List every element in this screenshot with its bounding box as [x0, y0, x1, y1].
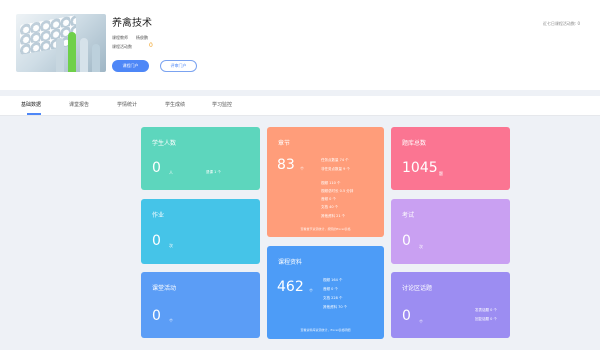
discussion-card[interactable]: 讨论区话题 0 个 发表话题 0 个 回复话题 0 个: [391, 272, 510, 338]
activity-count-value: 0: [149, 42, 153, 49]
chapter-export-link[interactable]: 查看章节资源统计，按照的Excel表格: [267, 227, 384, 231]
chapters-unit: 个: [300, 166, 304, 171]
course-cover-image[interactable]: [16, 14, 106, 72]
teacher-label: 课程教师: [112, 35, 128, 40]
tab-learning-monitor[interactable]: 学习监控: [212, 101, 232, 108]
materials-unit: 个: [309, 288, 313, 293]
chapter-audio-count: 音频 0 个: [321, 197, 336, 201]
students-card[interactable]: 学生人数 0 人 退课 1 个: [141, 127, 260, 190]
exam-count: 0: [402, 233, 411, 249]
chapter-other-count: 其他资料 21 个: [321, 214, 346, 218]
discussion-unit: 个: [419, 319, 423, 324]
active-tab-indicator: [27, 113, 41, 115]
task-point-count: 任务点数量 74 个: [321, 158, 349, 162]
card-title: 考试: [402, 212, 415, 219]
tab-learning-stats[interactable]: 学情统计: [117, 101, 137, 108]
homework-unit: 次: [169, 243, 173, 248]
course-title: 养禽技术: [112, 18, 152, 29]
chapter-video-count: 视频 110 个: [321, 181, 341, 185]
question-bank-card[interactable]: 题库总数 1045 题: [391, 127, 510, 190]
discussion-count: 0: [402, 308, 411, 324]
test-tube-graphic: [80, 38, 88, 72]
card-title: 作业: [152, 212, 165, 219]
non-task-point-count: 非任务点数量 9 个: [321, 167, 350, 171]
course-header: 养禽技术 课程教师 杨俊鹏 课程活动数 0 课程门户 评审门户 近七日课程活动数…: [0, 0, 600, 90]
test-tube-graphic: [68, 32, 76, 72]
exam-card[interactable]: 考试 0 次: [391, 199, 510, 264]
card-title: 讨论区话题: [402, 285, 433, 292]
tab-basic-data[interactable]: 基础数据: [21, 101, 41, 108]
card-title: 课程资料: [278, 259, 303, 266]
tab-student-grades[interactable]: 学生成绩: [165, 101, 185, 108]
test-tube-graphic: [56, 38, 64, 72]
students-unit: 人: [169, 170, 173, 175]
students-count: 0: [152, 160, 161, 176]
materials-card[interactable]: 课程资料 462 个 视频 164 个 音频 0 个 文档 228 个 其他资料…: [267, 246, 384, 339]
withdrawn-count: 退课 1 个: [206, 170, 221, 174]
chapters-card[interactable]: 章节 83 个 任务点数量 74 个 非任务点数量 9 个 视频 110 个 视…: [267, 127, 384, 237]
exam-unit: 次: [419, 244, 423, 249]
recent-activity-count: 近七日课程活动数: 0: [542, 21, 580, 26]
material-audio-count: 音频 0 个: [323, 287, 338, 291]
card-title: 章节: [278, 140, 291, 147]
test-tube-graphic: [92, 44, 100, 72]
replied-topic-count: 回复话题 0 个: [475, 317, 497, 321]
chapter-video-duration: 视频总时长 0.5 分钟: [321, 189, 354, 193]
homework-card[interactable]: 作业 0 次: [141, 199, 260, 264]
activity-count-label: 课程活动数: [112, 44, 132, 49]
materials-count: 462: [277, 279, 304, 295]
card-title: 题库总数: [402, 140, 427, 147]
class-activity-count: 0: [152, 308, 161, 324]
material-other-count: 其他资料 70 个: [323, 305, 348, 309]
chapter-doc-count: 文档 40 个: [321, 205, 339, 209]
chapters-count: 83: [277, 157, 295, 173]
teacher-name: 杨俊鹏: [136, 35, 148, 40]
card-title: 学生人数: [152, 140, 177, 147]
materials-export-link[interactable]: 查看资料库资源统计，Excel表格明细: [267, 328, 384, 332]
class-activity-card[interactable]: 课堂活动 0 个: [141, 272, 260, 338]
course-portal-button[interactable]: 课程门户: [112, 60, 149, 72]
question-bank-count: 1045: [402, 160, 438, 176]
tab-class-report[interactable]: 课堂报告: [69, 101, 89, 108]
review-portal-button[interactable]: 评审门户: [160, 60, 197, 72]
class-activity-unit: 个: [169, 318, 173, 323]
material-video-count: 视频 164 个: [323, 278, 343, 282]
posted-topic-count: 发表话题 0 个: [475, 308, 497, 312]
homework-count: 0: [152, 233, 161, 249]
question-bank-unit: 题: [439, 171, 443, 176]
material-doc-count: 文档 228 个: [323, 296, 343, 300]
tab-bar: 基础数据 课堂报告 学情统计 学生成绩 学习监控: [0, 96, 600, 116]
card-title: 课堂活动: [152, 285, 177, 292]
